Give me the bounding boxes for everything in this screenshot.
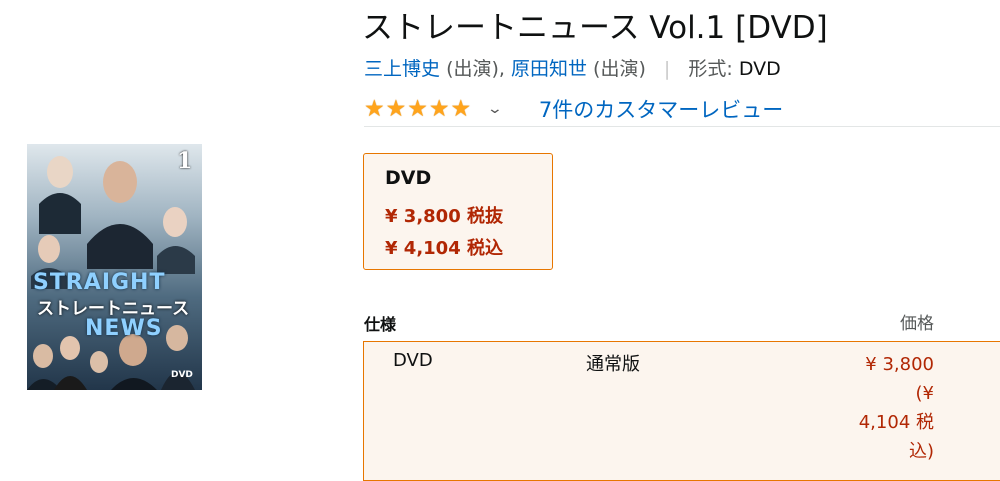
swatch-format-label: DVD <box>385 167 432 189</box>
star-icon: ★ <box>385 96 407 122</box>
table-header-price: 価格 <box>900 314 934 334</box>
row-price-line: ¥ 3,800 <box>865 354 934 375</box>
byline: 三上博史 (出演), 原田知世 (出演) | 形式: DVD <box>364 55 781 83</box>
row-price-line: (¥ <box>915 383 934 404</box>
cover-dvd-badge: DVD <box>171 370 193 380</box>
star-icon: ★ <box>407 96 428 122</box>
customer-reviews-link[interactable]: 7件のカスタマーレビュー <box>539 94 783 124</box>
star-icon: ★ <box>364 96 385 122</box>
product-title: ストレートニュース Vol.1 [DVD] <box>362 10 828 46</box>
format-swatch-dvd[interactable]: DVD ¥ 3,800 税抜 ¥ 4,104 税込 <box>363 153 553 270</box>
cover-title-english-bottom: NEWS <box>85 316 163 341</box>
format-label: 形式: <box>688 58 733 80</box>
row-format: DVD <box>393 350 433 371</box>
row-price: ¥ 3,800 (¥ 4,104 税 込) <box>834 350 934 466</box>
row-price-line: 込) <box>908 441 934 462</box>
row-edition: 通常版 <box>586 354 640 375</box>
cover-artwork <box>27 156 195 390</box>
row-price-line: 4,104 税 <box>858 412 934 433</box>
cast-role-1: (出演) <box>446 58 499 80</box>
swatch-price-in-tax: ¥ 4,104 税込 <box>385 238 503 259</box>
star-icon: ★ <box>428 96 450 122</box>
rating-row: ★ ★ ★ ★ ★ ⌄ 7件のカスタマーレビュー <box>364 94 783 124</box>
byline-separator: | <box>663 58 671 80</box>
star-icon: ★ <box>450 96 472 122</box>
star-rating[interactable]: ★ ★ ★ ★ ★ <box>364 96 471 122</box>
divider <box>364 126 1000 127</box>
table-header-spec: 仕様 <box>364 315 397 334</box>
cover-volume-number: 1 <box>177 148 193 174</box>
byline-comma: , <box>498 58 511 80</box>
format-value: DVD <box>738 58 781 80</box>
table-row[interactable]: DVD 通常版 ¥ 3,800 (¥ 4,104 税 込) <box>363 341 1000 481</box>
cover-title-english: STRAIGHT <box>33 270 166 295</box>
cast-link-1[interactable]: 三上博史 <box>364 58 440 80</box>
cast-role-2: (出演) <box>593 58 646 80</box>
cast-link-2[interactable]: 原田知世 <box>511 58 587 80</box>
chevron-down-icon[interactable]: ⌄ <box>487 101 503 117</box>
product-cover-image[interactable]: 1 STRAIGHT ストレートニュース NEWS DVD <box>27 144 202 390</box>
swatch-price-ex-tax: ¥ 3,800 税抜 <box>385 206 503 227</box>
